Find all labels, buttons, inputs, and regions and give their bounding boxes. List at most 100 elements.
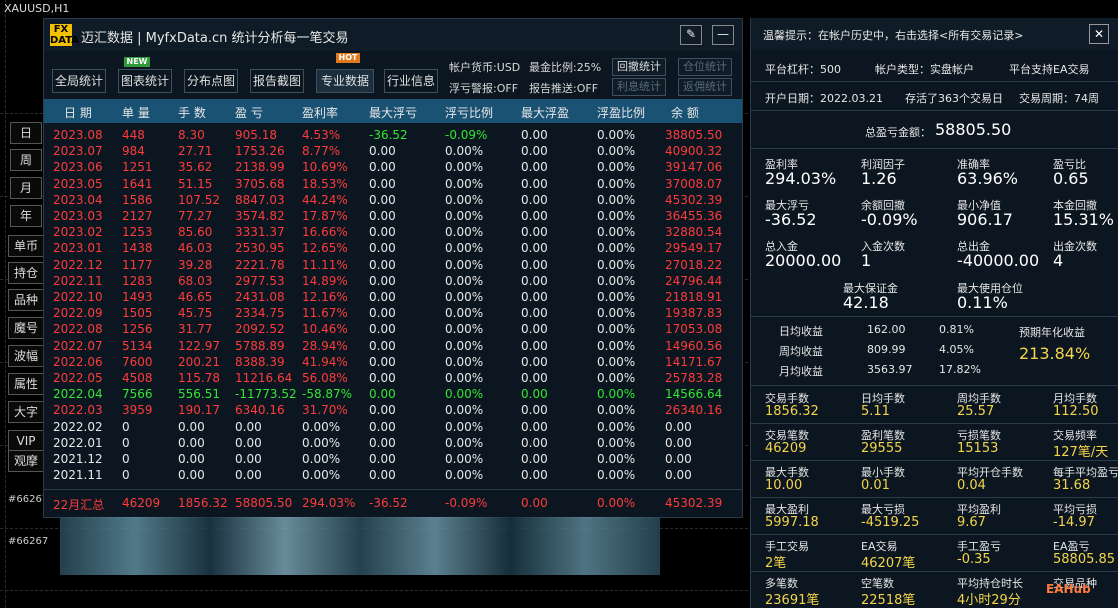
table-row[interactable]: 2022.03 3959 190.17 6340.16 31.70% 0.00 0.00% 0… [44,402,742,419]
cell-date: 2023.08 [53,128,103,142]
side-button[interactable]: 波幅 [8,345,44,367]
table-row[interactable]: 2023.08 448 8.30 905.18 4.53% -36.52 -0.09% 0.0… [44,127,742,144]
column-header[interactable]: 最大浮盈 [521,104,569,121]
cell-rate: 28.94% [302,338,348,353]
side-button[interactable]: 周 [10,149,42,171]
table-row[interactable]: 2022.08 1256 31.77 2092.52 10.46% 0.00 0.00% 0.… [44,321,742,338]
stat-value: -0.09% [861,210,918,229]
table-row[interactable]: 2022.06 7600 200.21 8388.39 41.94% 0.00 0.00% 0… [44,354,742,371]
minimize-button[interactable]: — [712,25,734,45]
cell-max-dd: 0.00 [369,322,396,337]
title-bar[interactable]: FX DATA 迈汇数据 | MyfxData.cn 统计分析每一笔交易 ✎ — [44,19,742,51]
side-button[interactable]: 持仓 [8,262,44,284]
divider [751,423,1118,424]
cell-orders: 1586 [122,192,153,207]
table-row[interactable]: 2022.04 7566 556.51 -11773.52 -58.87% 0.00 0.0… [44,386,742,403]
drawdown-stats-button[interactable]: 回撤统计 [612,58,666,76]
column-header[interactable]: 日 期 [64,104,92,121]
table-row[interactable]: 2023.03 2127 77.27 3574.82 17.87% 0.00 0.00% 0.… [44,208,742,225]
cell-dd-ratio: 0.00% [445,371,484,385]
cell-rate: 14.89% [302,273,348,288]
table-row[interactable]: 2022.12 1177 39.28 2221.78 11.11% 0.00 0.00% 0.… [44,257,742,274]
cell-rate: 4.53% [302,128,341,142]
table-row[interactable]: 2022.05 4508 115.78 11216.64 56.08% 0.00 0.00%… [44,370,742,387]
table-row[interactable]: 2023.02 1253 85.60 3331.37 16.66% 0.00 0.00% 0.… [44,224,742,241]
side-button[interactable]: VIP [8,430,44,452]
table-row[interactable]: 2023.05 1641 51.15 3705.68 18.53% 0.00 0.00% 0.… [44,176,742,193]
edit-icon[interactable]: ✎ [680,25,702,45]
cell-dd-ratio: 0.00% [445,322,484,337]
column-header[interactable]: 余 额 [671,104,699,121]
cell-dd-ratio: 0.00% [445,225,484,240]
ea-support: 平台支持EA交易 [1009,63,1090,76]
cell-balance: 14960.56 [665,338,723,353]
cell-fp-ratio: 0.00% [597,468,636,483]
cell-balance: 19387.83 [665,306,723,321]
cell-max-dd: 0.00 [369,403,396,418]
side-button[interactable]: 大字 [8,401,44,423]
cell-lots: 35.62 [178,160,213,175]
column-header[interactable]: 单 量 [122,104,150,121]
column-header[interactable]: 盈 亏 [235,104,263,121]
cell-fp-ratio: 0.00% [597,144,636,159]
account-currency: 帐户货币:USD [449,61,521,74]
table-row[interactable]: 2022.07 5134 122.97 5788.89 28.94% 0.00 0.00% 0… [44,338,742,355]
cell-balance: 17053.08 [665,322,723,337]
avg-pct: 17.82% [939,363,981,376]
side-button[interactable]: 魔号 [8,317,44,339]
side-button[interactable]: 品种 [8,289,44,311]
column-header[interactable]: 浮盈比例 [597,104,645,121]
side-button[interactable]: 年 [10,205,42,227]
divider [751,110,1118,111]
avg-label: 月均收益 [779,365,823,378]
close-icon[interactable]: ✕ [1089,24,1109,44]
column-header[interactable]: 手 数 [178,104,206,121]
pro-data-button[interactable]: 专业数据 [316,69,374,93]
table-row[interactable]: 2022.01 0 0.00 0.00 0.00% 0.00 0.00% 0.00 0.00% 0… [44,435,742,452]
report-push: 报告推送:OFF [529,82,599,95]
report-screenshot-button[interactable]: 报告截图 [250,69,304,93]
cell-balance: 39147.06 [665,160,723,175]
days-stored: 存活了363个交易日 [905,92,1003,105]
chart-stats-button[interactable]: 图表统计 [118,69,172,93]
rebate-stats-button[interactable]: 返佣统计 [678,78,732,96]
fxdata-logo: FX DATA [50,24,80,46]
table-row[interactable]: 2022.09 1505 45.75 2334.75 11.67% 0.00 0.00% 0.… [44,305,742,322]
table-row[interactable]: 2023.07 984 27.71 1753.26 8.77% 0.00 0.00% 0.00… [44,143,742,160]
account-type: 帐户类型：实盘帐户 [875,63,974,76]
cell-max-dd: 0.00 [369,273,396,288]
cell-lots: 200.21 [178,354,220,369]
global-stats-button[interactable]: 全局统计 [52,69,106,93]
industry-info-button[interactable]: 行业信息 [384,69,438,93]
table-row[interactable]: 2022.11 1283 68.03 2977.53 14.89% 0.00 0.00% 0.… [44,273,742,290]
cell-lots: 0.00 [178,468,205,483]
table-row[interactable]: 2023.06 1251 35.62 2138.99 10.69% 0.00 0.00% 0.… [44,159,742,176]
side-button[interactable]: 观摩 [8,450,44,472]
cell-balance: 27018.22 [665,257,723,272]
distribution-chart-button[interactable]: 分布点图 [184,69,238,93]
side-button[interactable]: 日 [10,122,42,144]
position-stats-button[interactable]: 仓位统计 [678,58,732,76]
annual-return-value: 213.84% [1019,344,1091,363]
table-row[interactable]: 2021.11 0 0.00 0.00 0.00% 0.00 0.00% 0.00 0.00% 0… [44,467,742,484]
cell-dd-ratio: 0.00% [445,419,484,434]
table-row[interactable]: 2022.02 0 0.00 0.00 0.00% 0.00 0.00% 0.00 0.00% 0… [44,419,742,436]
side-button[interactable]: 月 [10,177,42,199]
side-button[interactable]: 单币 [8,235,44,257]
table-row[interactable]: 2022.10 1493 46.65 2431.08 12.16% 0.00 0.00% 0.… [44,289,742,306]
column-header[interactable]: 最大浮亏 [369,104,417,121]
table-row[interactable]: 2021.12 0 0.00 0.00 0.00% 0.00 0.00% 0.00 0.00% 0… [44,451,742,468]
interest-stats-button[interactable]: 利息统计 [612,78,666,96]
cell-orders: 5134 [122,338,153,353]
table-row[interactable]: 2023.01 1438 46.03 2530.95 12.65% 0.00 0.00% 0.… [44,240,742,257]
cell-max-fp: 0.00 [521,322,548,337]
column-header[interactable]: 盈利率 [302,104,338,121]
table-row[interactable]: 2023.04 1586 107.52 8847.03 44.24% 0.00 0.00% 0… [44,192,742,209]
cell-balance: 14171.67 [665,354,723,369]
column-header[interactable]: 浮亏比例 [445,104,493,121]
summary-rate: 294.03% [302,496,356,510]
cell-orders: 984 [122,144,145,159]
cell-lots: 85.60 [178,225,213,240]
cell-max-fp: 0.00 [521,241,548,256]
side-button[interactable]: 属性 [8,373,44,395]
